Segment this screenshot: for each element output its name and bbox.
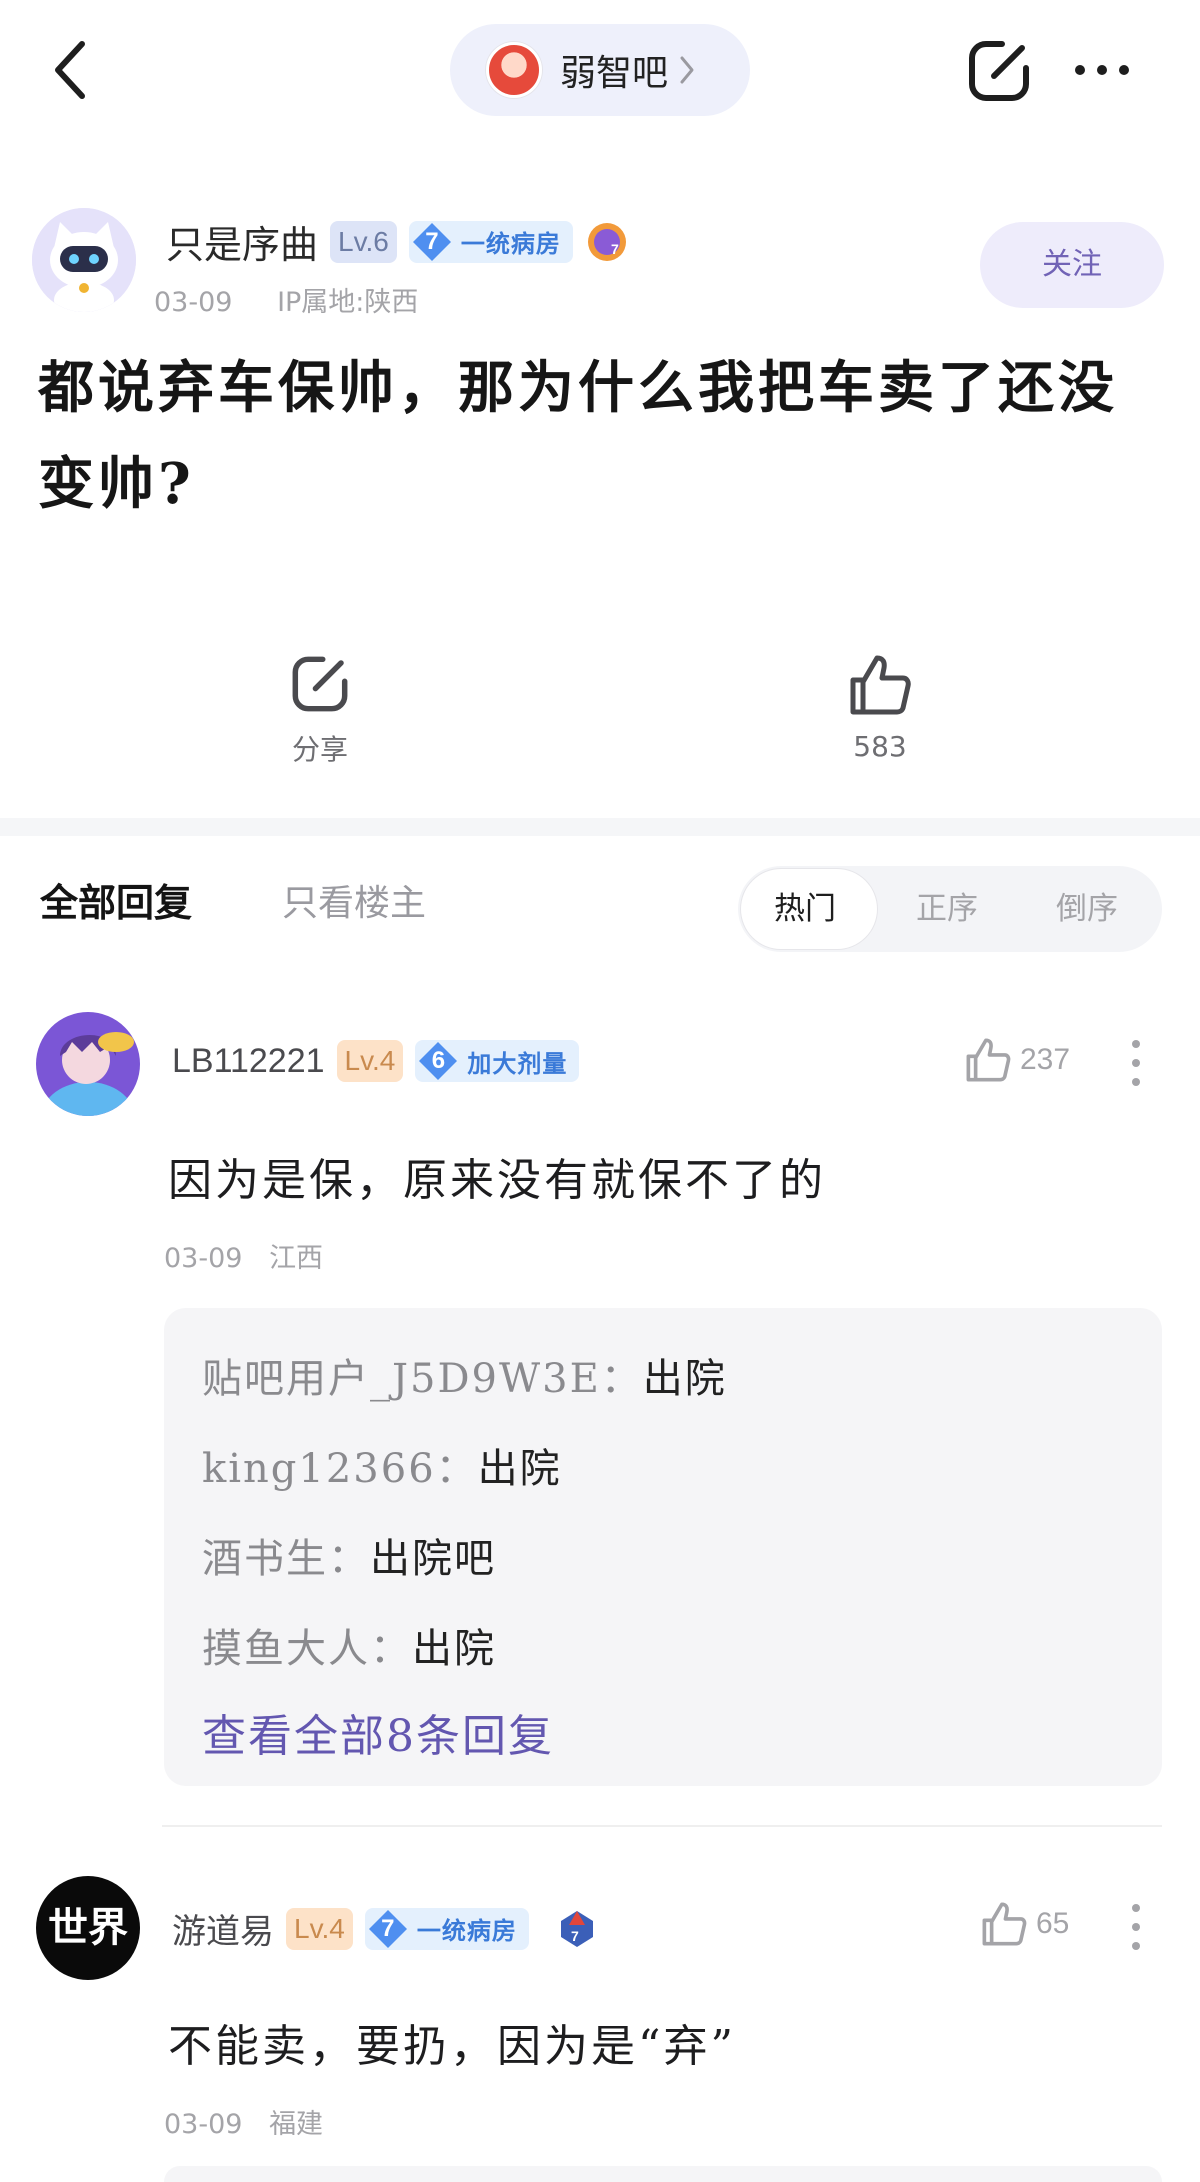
- title-badge-text: 加大剂量: [467, 1049, 568, 1078]
- title-badge: 7 一统病房: [408, 220, 573, 263]
- sort-hot[interactable]: 热门: [774, 866, 836, 952]
- comment-avatar[interactable]: 世界: [36, 1876, 140, 1980]
- svg-text:7: 7: [571, 1928, 579, 1944]
- reply-username: king12366：: [202, 1446, 478, 1492]
- replies-preview-partial: [164, 2166, 1162, 2182]
- thumbs-up-icon: [966, 1038, 1011, 1082]
- diamond-icon: 6: [415, 1040, 461, 1082]
- title-badge-text: 一统病房: [416, 1917, 517, 1945]
- comment-divider: [162, 1825, 1162, 1827]
- level-badge: Lv.6: [330, 220, 397, 263]
- like-count: 583: [853, 730, 907, 763]
- reply-item[interactable]: king12366：出院: [202, 1436, 562, 1494]
- reply-item[interactable]: 酒书生：出院吧: [202, 1526, 496, 1584]
- post-meta: 03-09 IP属地:陕西: [154, 280, 418, 319]
- comment-like-count: 237: [1020, 1043, 1071, 1076]
- reply-username: 摸鱼大人：: [202, 1626, 412, 1672]
- more-options-icon[interactable]: [1072, 60, 1132, 80]
- sort-descending[interactable]: 倒序: [1056, 866, 1118, 952]
- comment-text: 不能卖，要扔，因为是“弃”: [168, 2021, 736, 2072]
- forum-name: 弱智吧: [560, 53, 669, 94]
- comment-like-button[interactable]: 65: [980, 1900, 1069, 1948]
- diamond-icon: 7: [409, 221, 455, 263]
- reply-item[interactable]: 摸鱼大人：出院: [202, 1616, 496, 1674]
- author-name[interactable]: 只是序曲: [166, 214, 318, 269]
- comment-meta: 03-09 福建: [164, 2102, 323, 2141]
- title-badge-text: 一统病房: [460, 230, 561, 258]
- reply-text: 出院吧: [370, 1536, 496, 1582]
- section-divider: [0, 818, 1200, 836]
- replies-preview[interactable]: 贴吧用户_J5D9W3E：出院 king12366：出院 酒书生：出院吧 摸鱼大…: [164, 1308, 1162, 1786]
- comment-location: 江西: [269, 1243, 324, 1274]
- sort-ascending[interactable]: 正序: [916, 866, 978, 952]
- post-ip-location: IP属地:陕西: [277, 287, 419, 318]
- post-date: 03-09: [154, 287, 233, 318]
- anime-avatar-icon: [36, 1012, 140, 1116]
- view-all-replies-link[interactable]: 查看全部8条回复: [202, 1700, 554, 1764]
- comment-more-icon[interactable]: [1130, 1902, 1142, 1952]
- share-icon[interactable]: [964, 36, 1034, 106]
- tab-all-replies[interactable]: 全部回复: [40, 872, 192, 927]
- reply-text: 出院: [642, 1356, 727, 1402]
- forum-link[interactable]: 弱智吧: [450, 24, 750, 116]
- follow-button[interactable]: 关注: [980, 222, 1164, 308]
- level-badge: Lv.4: [286, 1907, 353, 1950]
- author-avatar[interactable]: [32, 208, 136, 312]
- robot-cat-avatar-icon: [32, 208, 136, 312]
- comment-like-count: 65: [1036, 1907, 1070, 1940]
- diamond-icon: 7: [365, 1908, 411, 1950]
- chevron-right-icon: [680, 56, 694, 84]
- comment-like-button[interactable]: 237: [964, 1036, 1070, 1084]
- medal-icon: 7: [560, 1910, 593, 1947]
- comment-more-icon[interactable]: [1130, 1038, 1142, 1088]
- medal-icon: 7: [587, 222, 626, 261]
- share-action[interactable]: 分享: [280, 652, 360, 768]
- back-arrow-icon[interactable]: [46, 38, 96, 102]
- share-icon: [292, 656, 348, 712]
- share-label: 分享: [291, 733, 348, 766]
- title-badge: 6 加大剂量: [415, 1040, 580, 1082]
- like-action[interactable]: 583: [840, 652, 920, 763]
- comment-date: 03-09: [164, 2109, 243, 2140]
- comment-username[interactable]: 游道易: [172, 1904, 274, 1953]
- comment-avatar[interactable]: [36, 1012, 140, 1116]
- sort-toggle: 热门 正序 倒序: [738, 866, 1162, 952]
- thumbs-up-icon: [982, 1902, 1027, 1946]
- comment-location: 福建: [269, 2109, 324, 2140]
- comment-username[interactable]: LB112221: [172, 1042, 325, 1081]
- level-badge: Lv.4: [336, 1040, 404, 1082]
- comment-meta: 03-09 江西: [164, 1236, 323, 1275]
- reply-text: 出院: [477, 1446, 562, 1492]
- tab-op-only[interactable]: 只看楼主: [282, 874, 426, 926]
- reply-text: 出院: [412, 1626, 496, 1672]
- comment-date: 03-09: [164, 1243, 243, 1274]
- forum-avatar: [486, 42, 542, 98]
- thumbs-up-icon: [850, 655, 911, 715]
- svg-text:7: 7: [611, 241, 619, 257]
- reply-username: 酒书生：: [202, 1536, 370, 1582]
- post-title: 都说弃车保帅，那为什么我把车卖了还没变帅?: [38, 355, 1118, 517]
- reply-item[interactable]: 贴吧用户_J5D9W3E：出院: [202, 1346, 727, 1404]
- reply-username: 贴吧用户_J5D9W3E：: [202, 1356, 643, 1402]
- title-badge: 7 一统病房: [364, 1907, 529, 1950]
- comment-text: 因为是保，原来没有就保不了的: [168, 1155, 826, 1206]
